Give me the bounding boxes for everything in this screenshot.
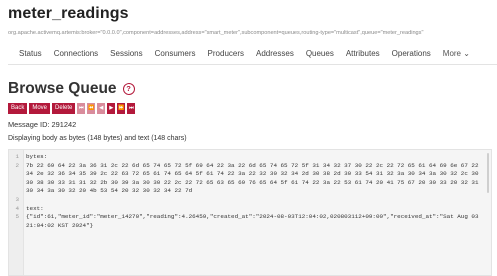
next-icon[interactable]: ▶ [107,103,116,114]
display-info: Displaying body as bytes (148 bytes) and… [8,135,187,142]
previous-icon[interactable]: ◀ [97,103,106,114]
question-circle-icon[interactable]: ? [122,83,135,95]
delete-button[interactable]: Delete [52,103,76,114]
mbean-path: org.apache.activemq.artemis:broker="0.0.… [8,30,424,36]
message-body-editor[interactable]: 1 bytes: 2 7b 22 69 64 22 3a 36 31 2c 22 6… [8,149,492,276]
tab-consumers[interactable]: Consumers [149,49,202,58]
tab-status[interactable]: Status [8,49,48,58]
page-title: meter_readings [8,5,129,22]
message-toolbar: Back Move Delete ⏮ ⏪ ◀ ▶ ⏩ ⏭ [8,103,497,114]
tab-connections[interactable]: Connections [48,49,104,58]
back-button[interactable]: Back [8,103,28,114]
code-line: 3 [15,196,19,203]
code-line: 4 text: [15,204,44,212]
code-line: 30 38 30 33 31 31 32 2b 30 39 3a 30 30 2… [26,178,479,186]
code-line: 34 2e 32 36 34 35 39 2c 22 63 72 65 61 7… [26,170,479,178]
tab-producers[interactable]: Producers [202,49,250,58]
code-line: 5 {"id":61,"meter_id":"meter_14270","read… [15,213,479,221]
tab-addresses[interactable]: Addresses [250,49,300,58]
code-line: 2 7b 22 69 64 22 3a 36 31 2c 22 6d 65 74 … [15,161,479,169]
fast-backward-icon[interactable]: ⏪ [87,103,96,114]
code-line: 1 bytes: [15,153,48,160]
tab-bar: Status Connections Sessions Consumers Pr… [8,44,497,62]
move-button[interactable]: Move [29,103,51,114]
code-line: 21:04:02 KST 2024"} [26,221,94,229]
section-title: Browse Queue [8,80,117,97]
tab-more-dropdown[interactable]: More ⌄ [437,49,476,58]
tab-divider [8,64,497,65]
browse-header: Browse Queue ? [8,79,497,99]
code-line: 30 34 3a 30 32 20 4b 53 54 20 32 30 32 3… [26,187,193,195]
tab-queues[interactable]: Queues [300,49,340,58]
fast-forward-icon[interactable]: ⏩ [117,103,126,114]
message-id: Message ID: 291242 [8,120,77,129]
last-page-icon[interactable]: ⏭ [127,103,136,114]
first-page-icon[interactable]: ⏮ [77,103,86,114]
editor-scrollbar[interactable] [487,153,489,193]
tab-attributes[interactable]: Attributes [340,49,386,58]
tab-operations[interactable]: Operations [386,49,437,58]
tab-sessions[interactable]: Sessions [104,49,148,58]
page: meter_readings org.apache.activemq.artem… [0,0,497,276]
